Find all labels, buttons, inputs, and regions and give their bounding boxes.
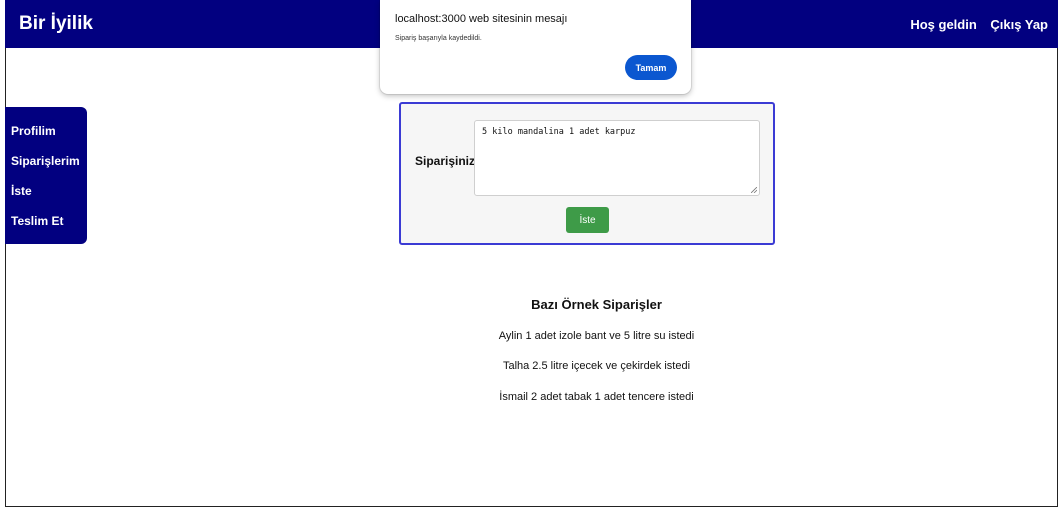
submit-order-button[interactable]: İste [566,207,609,233]
resize-grip-icon[interactable] [751,187,757,193]
example-item: Talha 2.5 litre içecek ve çekirdek isted… [502,360,691,372]
sidebar-item-iste[interactable]: İste [11,184,32,198]
welcome-link[interactable]: Hoş geldin [910,17,976,32]
example-item: İsmail 2 adet tabak 1 adet tencere isted… [499,391,694,403]
sidebar-item-teslim-et[interactable]: Teslim Et [11,214,63,228]
logout-link[interactable]: Çıkış Yap [990,17,1048,32]
examples-title: Bazı Örnek Siparişler [531,297,662,312]
sidebar-item-profilim[interactable]: Profilim [11,124,56,138]
brand-logo[interactable]: Bir İyilik [19,13,93,35]
alert-dialog: localhost:3000 web sitesinin mesajı Sipa… [380,0,691,94]
order-text-value: 5 kilo mandalina 1 adet karpuz [482,127,636,137]
order-form: Siparişiniz: 5 kilo mandalina 1 adet kar… [399,102,775,245]
order-label: Siparişiniz: [415,154,480,168]
dialog-title: localhost:3000 web sitesinin mesajı [395,13,568,25]
nav-links: Hoş geldin Çıkış Yap [900,17,1048,32]
example-item: Aylin 1 adet izole bant ve 5 litre su is… [498,330,695,342]
order-textarea[interactable]: 5 kilo mandalina 1 adet karpuz [474,120,760,196]
dialog-message: Sipariş başarıyla kaydedildi. [395,35,482,42]
sidebar: Profilim Siparişlerim İste Teslim Et [5,107,87,244]
dialog-ok-button[interactable]: Tamam [625,55,677,80]
sidebar-item-siparislerim[interactable]: Siparişlerim [11,154,80,168]
